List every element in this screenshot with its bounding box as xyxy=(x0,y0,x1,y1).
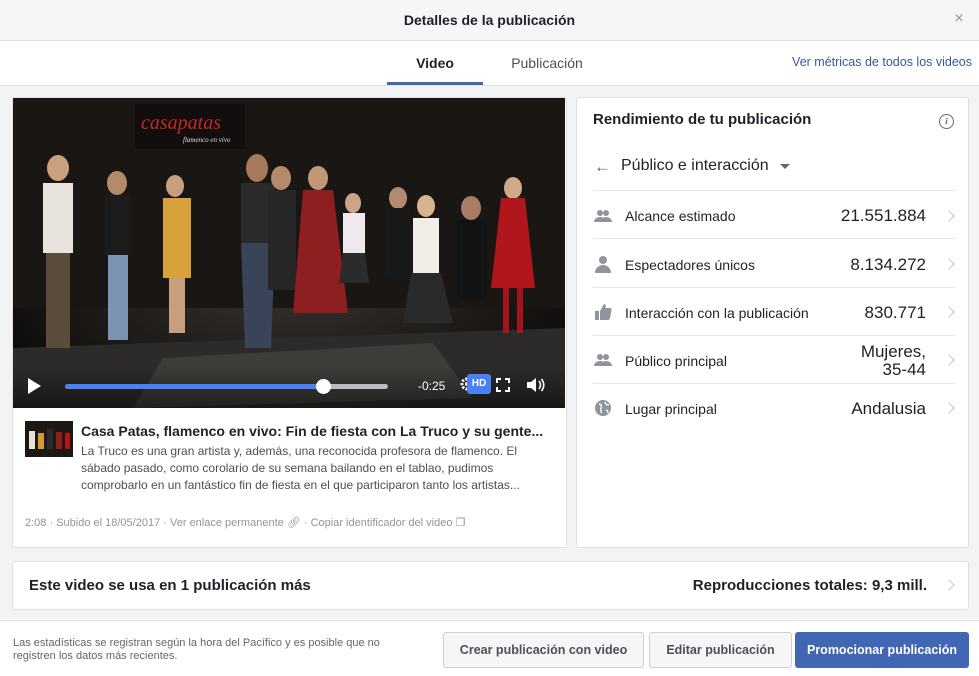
video-frame-image: casapatas flamenco en vivo xyxy=(13,98,565,408)
divider xyxy=(593,190,955,191)
row-label: Espectadores únicos xyxy=(625,257,755,273)
people-icon xyxy=(594,207,612,225)
row-value: 21.551.884 xyxy=(840,206,926,225)
edit-post-button[interactable]: Editar publicación xyxy=(649,632,792,668)
row-label: Público principal xyxy=(625,353,727,369)
divider xyxy=(593,238,955,239)
row-label: Lugar principal xyxy=(625,401,717,417)
progress-handle[interactable] xyxy=(316,379,331,394)
dialog-title: Detalles de la publicación xyxy=(403,12,576,28)
copy-icon[interactable]: ❐ xyxy=(456,517,466,529)
info-icon[interactable]: i xyxy=(939,114,954,129)
row-label: Alcance estimado xyxy=(625,208,736,224)
video-player[interactable]: casapatas flamenco en vivo xyxy=(13,98,565,408)
video-duration: 2:08 xyxy=(25,517,47,529)
time-remaining: -0:25 xyxy=(418,379,446,393)
people-icon xyxy=(594,351,612,369)
divider xyxy=(593,335,955,336)
close-icon[interactable]: × xyxy=(951,11,967,27)
permalink-link[interactable]: Ver enlace permanente xyxy=(170,517,284,529)
usage-text: Este video se usa en 1 publicación más xyxy=(29,577,311,594)
video-title[interactable]: Casa Patas, flamenco en vivo: Fin de fie… xyxy=(81,423,559,439)
footer-note: Las estadísticas se registran según la h… xyxy=(13,637,380,662)
upload-date: Subido el 18/05/2017 xyxy=(56,517,161,529)
chevron-down-icon[interactable] xyxy=(780,164,790,169)
progress-fill xyxy=(65,384,323,389)
thumbs-up-icon xyxy=(594,303,612,321)
row-value: Andalusia xyxy=(851,399,926,418)
row-value-line1: Mujeres, xyxy=(860,342,926,361)
globe-icon xyxy=(594,399,612,417)
row-value-line2: 35-44 xyxy=(882,360,926,379)
video-meta: 2:08 · Subido el 18/05/2017 · Ver enlace… xyxy=(25,517,466,529)
divider xyxy=(593,287,955,288)
promote-post-button[interactable]: Promocionar publicación xyxy=(795,632,969,668)
row-value: 830.771 xyxy=(864,303,926,322)
person-icon xyxy=(594,255,612,273)
tab-video[interactable]: Video xyxy=(387,41,483,85)
copy-id-link[interactable]: Copiar identificador del video xyxy=(311,517,453,529)
performance-title: Rendimiento de tu publicación xyxy=(593,111,812,128)
row-value: 8.134.272 xyxy=(850,255,926,274)
volume-icon[interactable] xyxy=(525,376,547,394)
total-plays-text: Reproducciones totales: 9,3 mill. xyxy=(692,577,927,594)
all-video-metrics-link[interactable]: Ver métricas de todos los videos xyxy=(792,55,972,69)
play-icon[interactable] xyxy=(28,378,41,394)
sign-text: casapatas xyxy=(141,112,221,134)
fullscreen-icon[interactable] xyxy=(496,378,510,392)
hd-quality-badge[interactable]: HD xyxy=(467,374,491,394)
back-arrow-icon[interactable]: ← xyxy=(594,157,611,177)
create-post-with-video-button[interactable]: Crear publicación con video xyxy=(443,632,644,668)
tab-bar: Video Publicación Ver métricas de todos … xyxy=(0,41,979,86)
metric-dropdown[interactable]: Público e interacción xyxy=(621,157,769,175)
link-icon: 🔗︎ xyxy=(286,517,301,529)
sign-subtext: flamenco en vivo xyxy=(183,136,231,144)
video-thumbnail[interactable] xyxy=(25,421,73,457)
video-description: La Truco es una gran artista y, además, … xyxy=(81,444,520,492)
row-label: Interacción con la publicación xyxy=(625,305,809,321)
divider xyxy=(593,383,955,384)
tab-publicacion[interactable]: Publicación xyxy=(498,41,596,85)
